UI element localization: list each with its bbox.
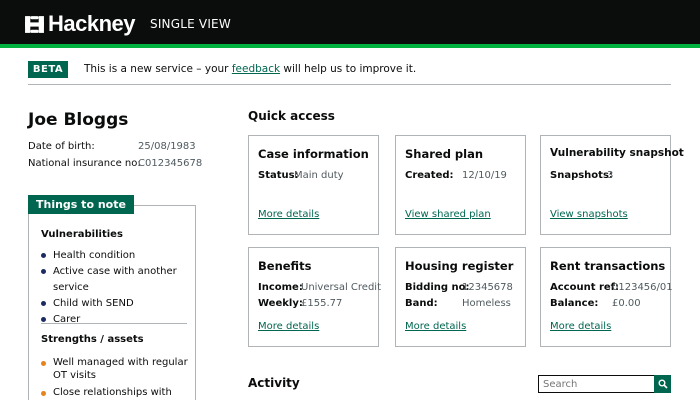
card-row-value: 12/10/19 [462,170,507,181]
beta-text-after: will help us to improve it. [280,63,417,75]
card-row-label: Weekly: [258,298,303,309]
strengths-heading: Strengths / assets [41,334,144,345]
note-divider [41,323,187,324]
shared-plan-card: Shared plan Created: 12/10/19 View shared… [395,135,526,235]
beta-tag: BETA [28,61,68,78]
card-row: Balance: £0.00 [550,298,641,309]
list-item-text: Close relationships with [53,387,172,398]
list-item-text: Child with SEND [53,298,134,309]
quick-access-title: Quick access [248,109,335,123]
activity-title: Activity [248,376,300,390]
card-title: Vulnerability snapshot [550,147,684,159]
housing-register-card: Housing register Bidding no: 12345678 Ban… [395,247,526,347]
view-shared-plan-link[interactable]: View shared plan [405,209,491,220]
list-item: Close relationships with [41,386,191,399]
vulnerabilities-heading: Vulnerabilities [41,229,123,240]
detail-label: National insurance no: [28,158,141,169]
card-row: Created: 12/10/19 [405,170,507,181]
list-item-text: Well managed with regular OT visits [53,357,188,381]
logo-text: Hackney [48,11,136,36]
card-row: Snapshots: 3 [550,170,613,181]
search-input[interactable] [538,375,655,393]
bullet-icon [41,317,46,322]
card-row-label: Income: [258,282,303,293]
beta-text-before: This is a new service – your [84,63,232,75]
service-name: SINGLE VIEW [150,17,231,31]
things-to-note-tag: Things to note [28,195,134,214]
card-row-value: 3 [607,170,614,181]
detail-value: 25/08/1983 [138,141,196,152]
person-name: Joe Bloggs [28,110,129,130]
search-icon [658,379,668,389]
card-row-label: Created: [405,170,454,181]
detail-row-ni: National insurance no:C012345678 [28,158,202,169]
card-row: Band: Homeless [405,298,511,309]
view-snapshots-link[interactable]: View snapshots [550,209,628,220]
search-button[interactable] [654,375,671,393]
card-title: Rent transactions [550,259,666,273]
header-stripe [0,44,700,48]
vulnerabilities-list: Health condition Active case with anothe… [41,248,195,328]
case-information-card: Case information Status: Main duty More d… [248,135,379,235]
case-information-more-details-link[interactable]: More details [258,209,319,220]
card-row-value: Homeless [462,298,511,309]
hackney-logo-icon [25,15,44,33]
feedback-link[interactable]: feedback [232,63,280,75]
card-row-value: Main duty [294,170,344,181]
rent-transactions-more-details-link[interactable]: More details [550,321,611,332]
detail-value: C012345678 [138,158,203,169]
card-title: Housing register [405,259,514,273]
site-header: Hackney SINGLE VIEW [0,0,700,44]
card-row-label: Bidding no: [405,282,470,293]
rent-transactions-card: Rent transactions Account ref: 0123456/01… [540,247,673,347]
housing-register-more-details-link[interactable]: More details [405,321,466,332]
benefits-card: Benefits Income: Universal Credit Weekly:… [248,247,381,347]
card-row-label: Band: [405,298,438,309]
card-row: Weekly: £155.77 [258,298,342,309]
card-row: Status: Main duty [258,170,344,181]
card-title: Shared plan [405,147,484,161]
bullet-icon [41,301,46,306]
bullet-icon [41,391,46,396]
card-row-label: Status: [258,170,299,181]
card-title: Case information [258,147,369,161]
bullet-icon [41,361,46,366]
bullet-icon [41,269,46,274]
vulnerability-snapshot-card: Vulnerability snapshot Snapshots: 3 View … [540,135,684,235]
list-item-text: Active case with another service [53,266,177,293]
card-row: Income: Universal Credit [258,282,381,293]
detail-row-dob: Date of birth: 25/08/1983 [28,141,196,152]
card-row-value: £0.00 [612,298,641,309]
list-item: Well managed with regular OT visits [41,356,191,382]
things-to-note-box: Vulnerabilities Health condition Active … [28,205,196,400]
card-row-label: Balance: [550,298,599,309]
card-title: Benefits [258,259,312,273]
strengths-list: Well managed with regular OT visits Clos… [41,356,191,400]
list-item: Health condition [41,248,195,264]
card-row-value: 12345678 [462,282,513,293]
list-item: Active case with another service [41,264,195,296]
list-item: Child with SEND [41,296,195,312]
list-item-text: Health condition [53,250,136,261]
card-row-label: Snapshots: [550,170,613,181]
bullet-icon [41,253,46,258]
beta-text: This is a new service – your feedback wi… [84,63,416,75]
benefits-more-details-link[interactable]: More details [258,321,319,332]
card-row: Account ref: 0123456/01 [550,282,673,293]
card-row-value: £155.77 [301,298,343,309]
list-item: Carer [41,312,195,328]
activity-search [538,375,671,393]
card-row: Bidding no: 12345678 [405,282,513,293]
hackney-logo[interactable]: Hackney [24,11,136,37]
card-row-value: Universal Credit [301,282,381,293]
card-row-value: 0123456/01 [612,282,673,293]
card-row-label: Account ref: [550,282,620,293]
beta-banner: BETA This is a new service – your feedba… [28,59,671,85]
detail-label: Date of birth: [28,141,95,152]
